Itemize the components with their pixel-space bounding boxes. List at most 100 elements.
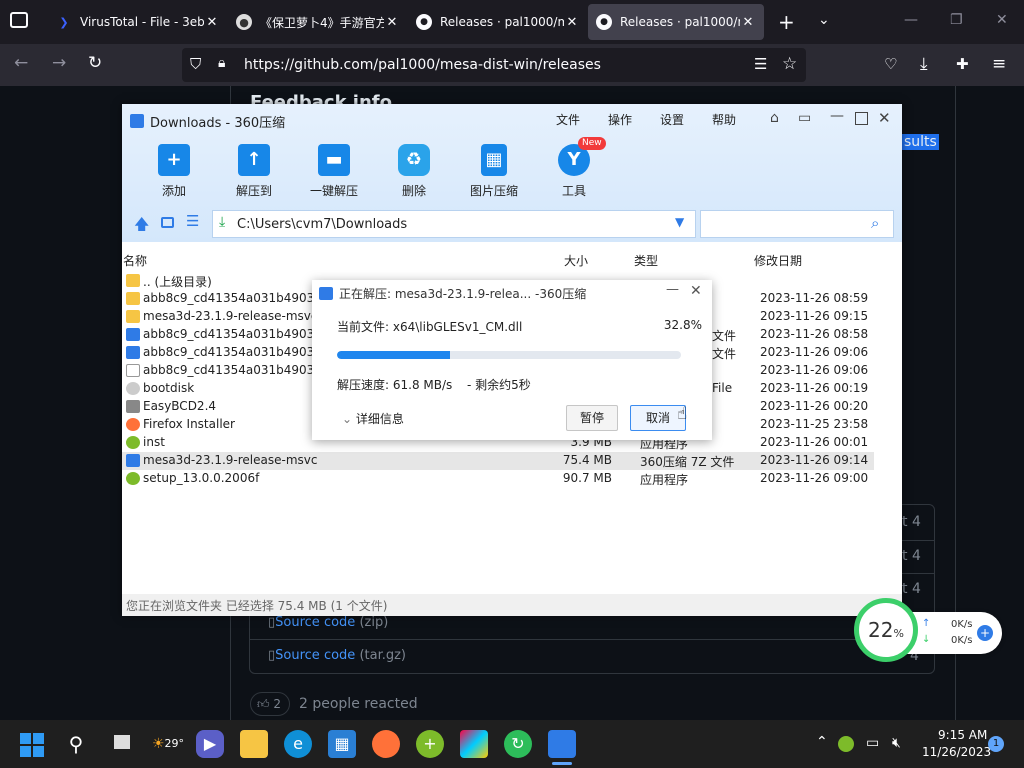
source-zip-link[interactable]: ▯Source code (zip) [268, 615, 388, 630]
close-tab-icon[interactable]: ✕ [564, 15, 580, 30]
menu-help[interactable]: 帮助 [712, 111, 736, 128]
new-tab-icon[interactable]: + [778, 10, 795, 34]
col-type[interactable]: 类型 [634, 252, 658, 269]
url-text[interactable]: https://github.com/pal1000/mesa-dist-win… [244, 57, 601, 73]
meet-icon[interactable]: ▶ [196, 730, 224, 758]
col-name[interactable]: 名称 [123, 252, 147, 269]
menu-icon[interactable]: ≡ [992, 54, 1006, 74]
volume-muted-icon[interactable]: 🔇︎ [892, 735, 901, 751]
memory-usage-ring[interactable]: 22% [854, 598, 918, 662]
360-security-icon[interactable]: + [416, 730, 444, 758]
tab-releases-1[interactable]: ● Releases · pal1000/mes ✕ [408, 4, 588, 40]
tab-releases-active[interactable]: ● Releases · pal1000/mes ✕ [588, 4, 764, 40]
path-dropdown-icon[interactable]: ▼ [675, 215, 684, 229]
close-tab-icon[interactable]: ✕ [204, 15, 220, 30]
one-click-extract-button[interactable]: ▬ 一键解压 [299, 144, 369, 199]
close-tab-icon[interactable]: ✕ [740, 15, 756, 30]
search-icon[interactable]: ⌕ [871, 214, 879, 232]
file-explorer-icon[interactable] [240, 730, 268, 758]
dialog-minimize-icon[interactable]: — [666, 282, 679, 297]
extract-folder-icon: ↑ [238, 144, 270, 176]
list-view-icon[interactable]: ☰ [186, 212, 199, 230]
clock-time[interactable]: 9:15 AM [938, 728, 987, 742]
image-compress-button[interactable]: ▦ 图片压缩 [459, 144, 529, 199]
photos-icon[interactable] [460, 730, 488, 758]
dialog-title: 正在解压: mesa3d-23.1.9-relea... -360压缩 [339, 287, 587, 301]
delete-button[interactable]: ♻ 删除 [379, 144, 449, 199]
forward-icon[interactable]: → [52, 53, 66, 73]
firefox-icon[interactable] [372, 730, 400, 758]
show-hidden-icons[interactable]: ⌃ [816, 734, 828, 750]
close-tab-icon[interactable]: ✕ [384, 15, 400, 30]
notification-badge[interactable]: 1 [988, 736, 1004, 752]
chevron-down-icon: ⌄ [342, 412, 353, 426]
folder-icon [126, 292, 140, 305]
list-tabs-icon[interactable]: ⌄ [818, 12, 830, 28]
360-tray-icon[interactable] [838, 736, 854, 752]
task-view-icon[interactable] [108, 730, 136, 758]
minimize-icon[interactable]: — [904, 12, 918, 28]
widget-plus-icon[interactable]: + [977, 625, 993, 641]
tab-virustotal[interactable]: ❯ VirusTotal - File - 3eb6 ✕ [48, 4, 228, 40]
path-bar[interactable]: ⤓ C:\Users\cvm7\Downloads ▼ [212, 210, 696, 238]
col-size[interactable]: 大小 [564, 252, 588, 269]
reader-view-icon[interactable]: ☰ [754, 55, 767, 73]
dialog-close-icon[interactable]: ✕ [690, 283, 702, 299]
github-icon: ● [416, 14, 432, 30]
window-title: Downloads - 360压缩 [150, 116, 286, 131]
bookmark-star-icon[interactable]: ☆ [782, 54, 797, 74]
restore-icon[interactable]: ❐ [950, 12, 963, 28]
menu-operate[interactable]: 操作 [608, 111, 632, 128]
search-input[interactable]: ⌕ [700, 210, 894, 238]
display-icon[interactable]: ▭ [866, 735, 879, 751]
details-toggle[interactable]: ⌄ 详细信息 [342, 410, 404, 427]
pause-button[interactable]: 暂停 [566, 405, 618, 431]
extract-dialog: 正在解压: mesa3d-23.1.9-relea... -360压缩 — ✕ … [312, 280, 712, 440]
reload-icon[interactable]: ↻ [88, 53, 102, 73]
360-zip-icon[interactable] [548, 730, 576, 758]
thumbnail-view-icon[interactable] [161, 217, 174, 228]
tab-game[interactable]: ● 《保卫萝卜4》手游官方 ✕ [228, 4, 408, 40]
weather-icon[interactable]: ☀︎29° [150, 730, 186, 758]
reaction-button[interactable]: 👍︎ 2 [250, 692, 290, 716]
up-level-icon[interactable]: 🡅 [134, 214, 149, 239]
list-item-selected[interactable]: mesa3d-23.1.9-release-msvc 75.4 MB 360压缩 7… [122, 452, 874, 470]
tab-overview-icon[interactable] [10, 12, 28, 28]
minimize-icon[interactable]: — [830, 108, 844, 124]
extensions-icon[interactable]: ✚ [956, 55, 969, 73]
search-icon[interactable]: ⚲ [62, 730, 90, 758]
add-button[interactable]: + 添加 [139, 144, 209, 199]
maximize-icon[interactable] [855, 112, 868, 125]
extract-to-button[interactable]: ↑ 解压到 [219, 144, 289, 199]
edge-icon[interactable]: e [284, 730, 312, 758]
github-icon: ● [596, 14, 612, 30]
clock-date[interactable]: 11/26/2023 [922, 745, 991, 759]
feedback-icon[interactable]: ▭ [798, 110, 811, 126]
360-browser-icon[interactable]: ↻ [504, 730, 532, 758]
path-text[interactable]: C:\Users\cvm7\Downloads [237, 217, 407, 232]
downloads-icon[interactable]: ⤓ [920, 54, 928, 74]
progress-fill [337, 351, 450, 359]
close-window-icon[interactable]: ✕ [996, 12, 1008, 28]
start-icon[interactable] [20, 733, 44, 757]
new-badge: New [578, 137, 606, 150]
results-link[interactable]: sults [902, 134, 939, 150]
lock-icon[interactable]: 🔒︎ [218, 55, 225, 71]
archive-icon [126, 328, 140, 341]
back-icon[interactable]: ← [14, 53, 28, 73]
menu-settings[interactable]: 设置 [660, 111, 684, 128]
skin-icon[interactable]: ⌂ [770, 110, 779, 126]
upload-arrow-icon: ↑ [922, 618, 931, 629]
source-targz-link[interactable]: ▯Source code (tar.gz) [268, 648, 406, 663]
store-icon[interactable]: ▦ [328, 730, 356, 758]
archive-icon [126, 454, 140, 467]
close-icon[interactable]: ✕ [878, 109, 891, 127]
list-item[interactable]: setup_13.0.0.2006f 90.7 MB 应用程序 2023-11-26 … [122, 470, 874, 488]
shield-icon[interactable]: ⛉ [190, 55, 201, 73]
col-date[interactable]: 修改日期 [754, 252, 802, 269]
folder-icon [126, 274, 140, 287]
pocket-icon[interactable]: ♡ [884, 55, 897, 73]
menu-file[interactable]: 文件 [556, 111, 580, 128]
mouse-cursor-icon: ☝︎ [677, 404, 688, 424]
tools-button[interactable]: Y 工具 [539, 144, 609, 199]
